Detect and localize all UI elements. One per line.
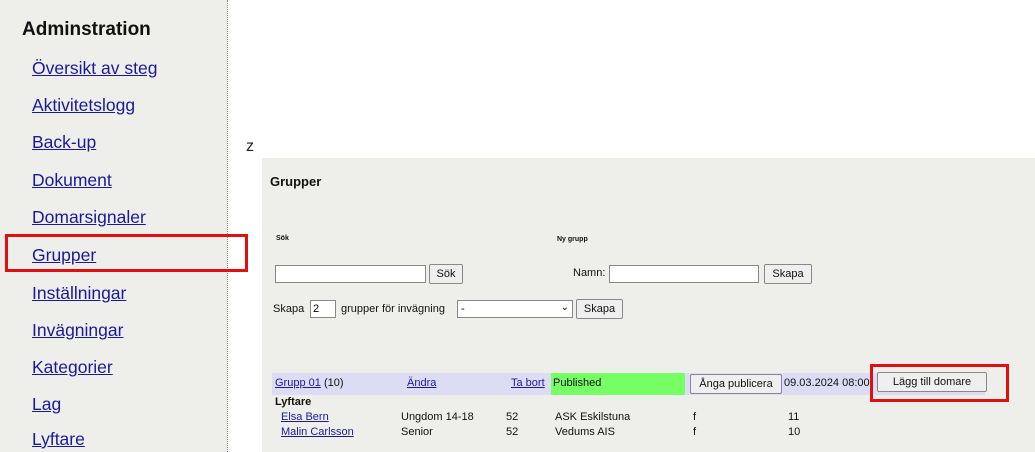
sidebar-item-aktivitetslogg[interactable]: Aktivitetslogg xyxy=(32,95,135,116)
sidebar-item-invagningar[interactable]: Invägningar xyxy=(32,320,123,341)
sidebar-title: Adminstration xyxy=(22,19,151,40)
lifter-gender: f xyxy=(693,411,697,423)
lifter-gender: f xyxy=(693,426,697,438)
create-group-button[interactable]: Skapa xyxy=(764,264,812,284)
new-group-name-label: Namn: xyxy=(573,267,606,279)
bulk-create-button[interactable]: Skapa xyxy=(576,299,623,319)
lifter-name-link[interactable]: Malin Carlsson xyxy=(281,426,354,438)
delete-group-link[interactable]: Ta bort xyxy=(511,377,545,389)
unpublish-button[interactable]: Ånga publicera xyxy=(690,374,782,394)
group-name-link[interactable]: Grupp 01 xyxy=(275,377,321,389)
search-heading: Sök xyxy=(276,235,289,242)
lifter-weight: 52 xyxy=(506,411,519,423)
admin-sidebar: Adminstration Översikt av steg Aktivitet… xyxy=(0,0,228,452)
lifter-number: 10 xyxy=(788,426,801,438)
bulk-prefix-label: Skapa xyxy=(273,303,305,315)
stray-text: z xyxy=(246,138,254,155)
bulk-count-input[interactable] xyxy=(310,300,336,318)
lifter-club: ASK Eskilstuna xyxy=(555,411,631,423)
weigh-in-select-value: - xyxy=(461,303,465,315)
group-count: (10) xyxy=(324,377,344,389)
chevron-down-icon: ⌄ xyxy=(560,302,569,313)
sidebar-item-oversikt[interactable]: Översikt av steg xyxy=(32,58,157,79)
lifter-number: 11 xyxy=(788,411,800,423)
status-badge: Published xyxy=(551,373,685,395)
sidebar-item-lyftare[interactable]: Lyftare xyxy=(32,429,85,450)
lifter-name-link[interactable]: Elsa Bern xyxy=(281,411,329,423)
highlight-box-grupper xyxy=(5,234,248,272)
page-title: Grupper xyxy=(270,174,322,189)
lifter-category: Ungdom 14-18 xyxy=(401,411,474,423)
sidebar-item-lag[interactable]: Lag xyxy=(32,394,61,415)
sidebar-item-kategorier[interactable]: Kategorier xyxy=(32,357,113,378)
search-button[interactable]: Sök xyxy=(429,264,463,284)
sidebar-item-domarsignaler[interactable]: Domarsignaler xyxy=(32,207,146,228)
lifters-heading: Lyftare xyxy=(275,396,312,408)
highlight-box-add-judge xyxy=(870,364,1009,402)
groups-panel: Grupper Sök Ny grupp Sök Namn: Skapa Ska… xyxy=(262,158,1035,452)
new-group-heading: Ny grupp xyxy=(557,236,588,243)
lifter-club: Vedums AIS xyxy=(555,426,615,438)
lifter-category: Senior xyxy=(401,426,433,438)
sidebar-item-installningar[interactable]: Inställningar xyxy=(32,283,126,304)
edit-group-link[interactable]: Ändra xyxy=(407,377,436,389)
weigh-in-select[interactable]: - ⌄ xyxy=(457,300,573,318)
sidebar-item-backup[interactable]: Back-up xyxy=(32,132,96,153)
sidebar-item-dokument[interactable]: Dokument xyxy=(32,170,112,191)
group-datetime: 09.03.2024 08:00 xyxy=(784,377,870,389)
new-group-name-input[interactable] xyxy=(609,265,759,283)
lifter-weight: 52 xyxy=(506,426,519,438)
search-input[interactable] xyxy=(275,265,426,283)
bulk-suffix-label: grupper för invägning xyxy=(341,303,445,315)
